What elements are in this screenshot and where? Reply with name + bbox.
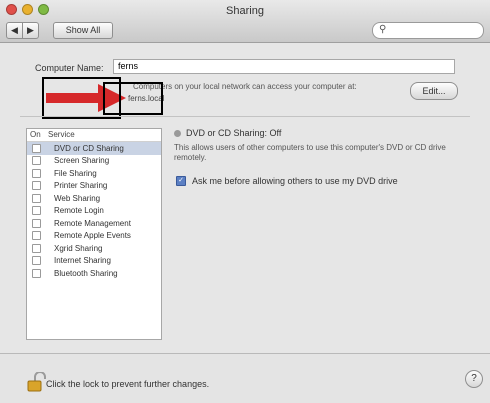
service-checkbox[interactable] — [32, 243, 41, 253]
checkmark-icon[interactable]: ✓ — [176, 176, 186, 186]
service-checkbox[interactable] — [32, 231, 41, 241]
ask-before-allowing-option[interactable]: ✓ Ask me before allowing others to use m… — [176, 176, 398, 186]
computer-name-label: Computer Name: — [35, 63, 104, 73]
service-checkbox[interactable] — [32, 206, 41, 216]
service-row[interactable]: Printer Sharing — [27, 180, 161, 193]
magnifier-icon: ⚲ — [379, 24, 387, 35]
service-row[interactable]: Remote Apple Events — [27, 230, 161, 243]
service-row[interactable]: Remote Management — [27, 217, 161, 230]
help-button[interactable]: ? — [465, 370, 483, 388]
search-input[interactable] — [393, 24, 477, 36]
service-status: DVD or CD Sharing: Off — [174, 128, 281, 138]
lock-message: Click the lock to prevent further change… — [46, 379, 210, 389]
service-checkbox[interactable] — [32, 143, 41, 153]
computer-name-description: Computers on your local network can acce… — [133, 82, 357, 91]
service-row[interactable]: Remote Login — [27, 205, 161, 218]
service-label: Screen Sharing — [54, 156, 110, 166]
service-label: Web Sharing — [54, 193, 101, 203]
ask-before-allowing-label: Ask me before allowing others to use my … — [192, 176, 398, 186]
service-status-text: DVD or CD Sharing: Off — [186, 128, 282, 138]
service-label: DVD or CD Sharing — [54, 143, 124, 153]
service-checkbox[interactable] — [32, 218, 41, 228]
service-checkbox[interactable] — [32, 181, 41, 191]
forward-button[interactable]: ▶ — [22, 22, 39, 39]
service-row[interactable]: File Sharing — [27, 167, 161, 180]
service-checkbox[interactable] — [32, 256, 41, 266]
service-row[interactable]: DVD or CD Sharing — [27, 142, 161, 155]
computer-name-field[interactable] — [113, 59, 455, 74]
back-button[interactable]: ◀ — [6, 22, 23, 39]
status-indicator-icon — [174, 130, 181, 138]
service-label: Xgrid Sharing — [54, 243, 103, 253]
service-checkbox[interactable] — [32, 193, 41, 203]
service-label: Remote Management — [54, 218, 131, 228]
service-checkbox[interactable] — [32, 268, 41, 278]
search-field[interactable]: ⚲ — [372, 22, 484, 39]
service-column-header: Service — [48, 130, 75, 139]
service-label: Remote Login — [54, 206, 104, 216]
service-label: File Sharing — [54, 168, 97, 178]
service-label: Printer Sharing — [54, 181, 108, 191]
lock-icon[interactable] — [26, 372, 48, 392]
service-row[interactable]: Screen Sharing — [27, 155, 161, 168]
service-checkbox[interactable] — [32, 168, 41, 178]
highlight-box — [103, 82, 163, 115]
service-list: On Service DVD or CD Sharing Screen Shari… — [26, 128, 162, 340]
service-row[interactable]: Internet Sharing — [27, 255, 161, 268]
service-label: Internet Sharing — [54, 256, 111, 266]
window-title: Sharing — [226, 5, 264, 17]
service-row[interactable]: Bluetooth Sharing — [27, 267, 161, 280]
edit-button[interactable]: Edit... — [410, 82, 458, 100]
on-column-header: On — [30, 130, 41, 139]
service-label: Remote Apple Events — [54, 231, 131, 241]
bottom-bar — [0, 353, 490, 403]
service-checkbox[interactable] — [32, 156, 41, 166]
title-bar: Sharing ◀ ▶ Show All ⚲ — [0, 0, 490, 43]
sharing-window: Sharing ◀ ▶ Show All ⚲ Computer Name: Co… — [0, 0, 490, 403]
service-description: This allows users of other computers to … — [174, 143, 446, 162]
service-row[interactable]: Web Sharing — [27, 192, 161, 205]
divider — [20, 116, 470, 117]
show-all-button[interactable]: Show All — [53, 22, 113, 39]
service-row[interactable]: Xgrid Sharing — [27, 242, 161, 255]
service-label: Bluetooth Sharing — [54, 268, 118, 278]
service-list-header: On Service — [27, 129, 161, 142]
